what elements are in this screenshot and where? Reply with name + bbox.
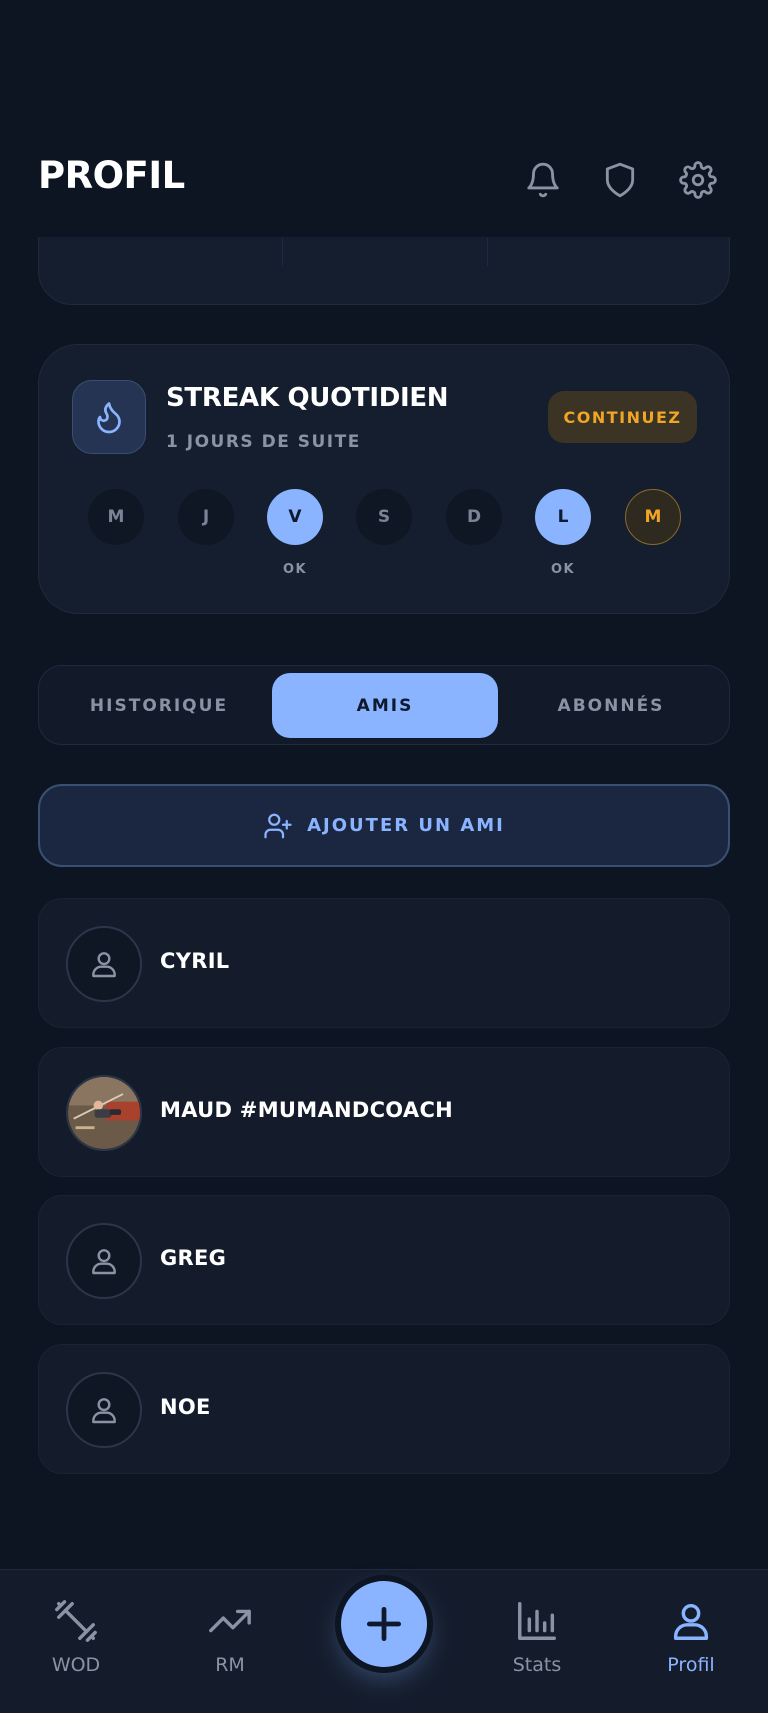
continue-button[interactable]: CONTINUEZ (548, 391, 697, 443)
avatar (66, 1075, 142, 1151)
user-icon (92, 952, 116, 978)
page-title: PROFIL (38, 154, 185, 197)
divider (487, 238, 488, 266)
plus-icon (366, 1606, 402, 1642)
dumbbell-icon (55, 1600, 97, 1642)
avatar (66, 926, 142, 1002)
tab-abonnes[interactable]: ABONNÉS (498, 673, 724, 738)
bell-icon[interactable] (521, 158, 565, 202)
friend-item[interactable]: CYRIL (38, 898, 730, 1028)
add-workout-button[interactable] (341, 1581, 427, 1667)
day-ok-label: OK (282, 562, 308, 577)
day-friday: V (267, 489, 323, 545)
user-icon (673, 1603, 709, 1640)
nav-stats-label: Stats (512, 1654, 562, 1676)
day-sunday: D (446, 489, 502, 545)
friend-item[interactable]: NOE (38, 1344, 730, 1474)
nav-rm[interactable]: RM (175, 1598, 285, 1676)
nav-profil-label: Profil (667, 1654, 715, 1676)
friend-item[interactable]: MAUD #MUMANDCOACH (38, 1047, 730, 1177)
avatar (66, 1223, 142, 1299)
friend-name: NOE (160, 1395, 211, 1419)
user-icon (92, 1398, 116, 1424)
gear-icon[interactable] (676, 158, 720, 202)
avatar (66, 1372, 142, 1448)
tab-amis[interactable]: AMIS (272, 673, 498, 738)
friend-name: MAUD #MUMANDCOACH (160, 1098, 454, 1122)
day-monday: M (88, 489, 144, 545)
nav-wod[interactable]: WOD (21, 1598, 131, 1676)
friend-item[interactable]: GREG (38, 1195, 730, 1325)
nav-wod-label: WOD (51, 1654, 101, 1676)
avatar-photo (68, 1077, 140, 1149)
friend-name: CYRIL (160, 949, 230, 973)
divider (282, 238, 283, 266)
trending-up-icon (209, 1609, 251, 1633)
nav-rm-label: RM (215, 1654, 245, 1676)
header: PROFIL (0, 0, 768, 237)
nav-profil[interactable]: Profil (636, 1598, 746, 1676)
nav-stats[interactable]: Stats (482, 1598, 592, 1676)
streak-card: STREAK QUOTIDIEN 1 JOURS DE SUITE CONTIN… (38, 344, 730, 614)
profile-screen: PROFIL STREAK QUOTIDIEN 1 JOURS DE SUITE… (0, 0, 768, 1713)
tab-historique[interactable]: HISTORIQUE (46, 673, 272, 738)
streak-count: 1 JOURS DE SUITE (166, 432, 361, 452)
day-tuesday-today: M (625, 489, 681, 545)
friend-name: GREG (160, 1246, 227, 1270)
add-friend-label: AJOUTER UN AMI (307, 815, 505, 836)
add-friend-button[interactable]: AJOUTER UN AMI (38, 784, 730, 867)
day-ok-label: OK (550, 562, 576, 577)
day-saturday: S (356, 489, 412, 545)
user-plus-icon (264, 813, 292, 838)
flame-icon (72, 380, 146, 454)
shield-icon[interactable] (598, 158, 642, 202)
streak-title: STREAK QUOTIDIEN (166, 383, 449, 413)
bar-chart-icon (518, 1602, 556, 1640)
user-icon (92, 1249, 116, 1275)
profile-tabs: HISTORIQUE AMIS ABONNÉS (38, 665, 730, 745)
day-monday-current: L (535, 489, 591, 545)
day-thursday: J (178, 489, 234, 545)
